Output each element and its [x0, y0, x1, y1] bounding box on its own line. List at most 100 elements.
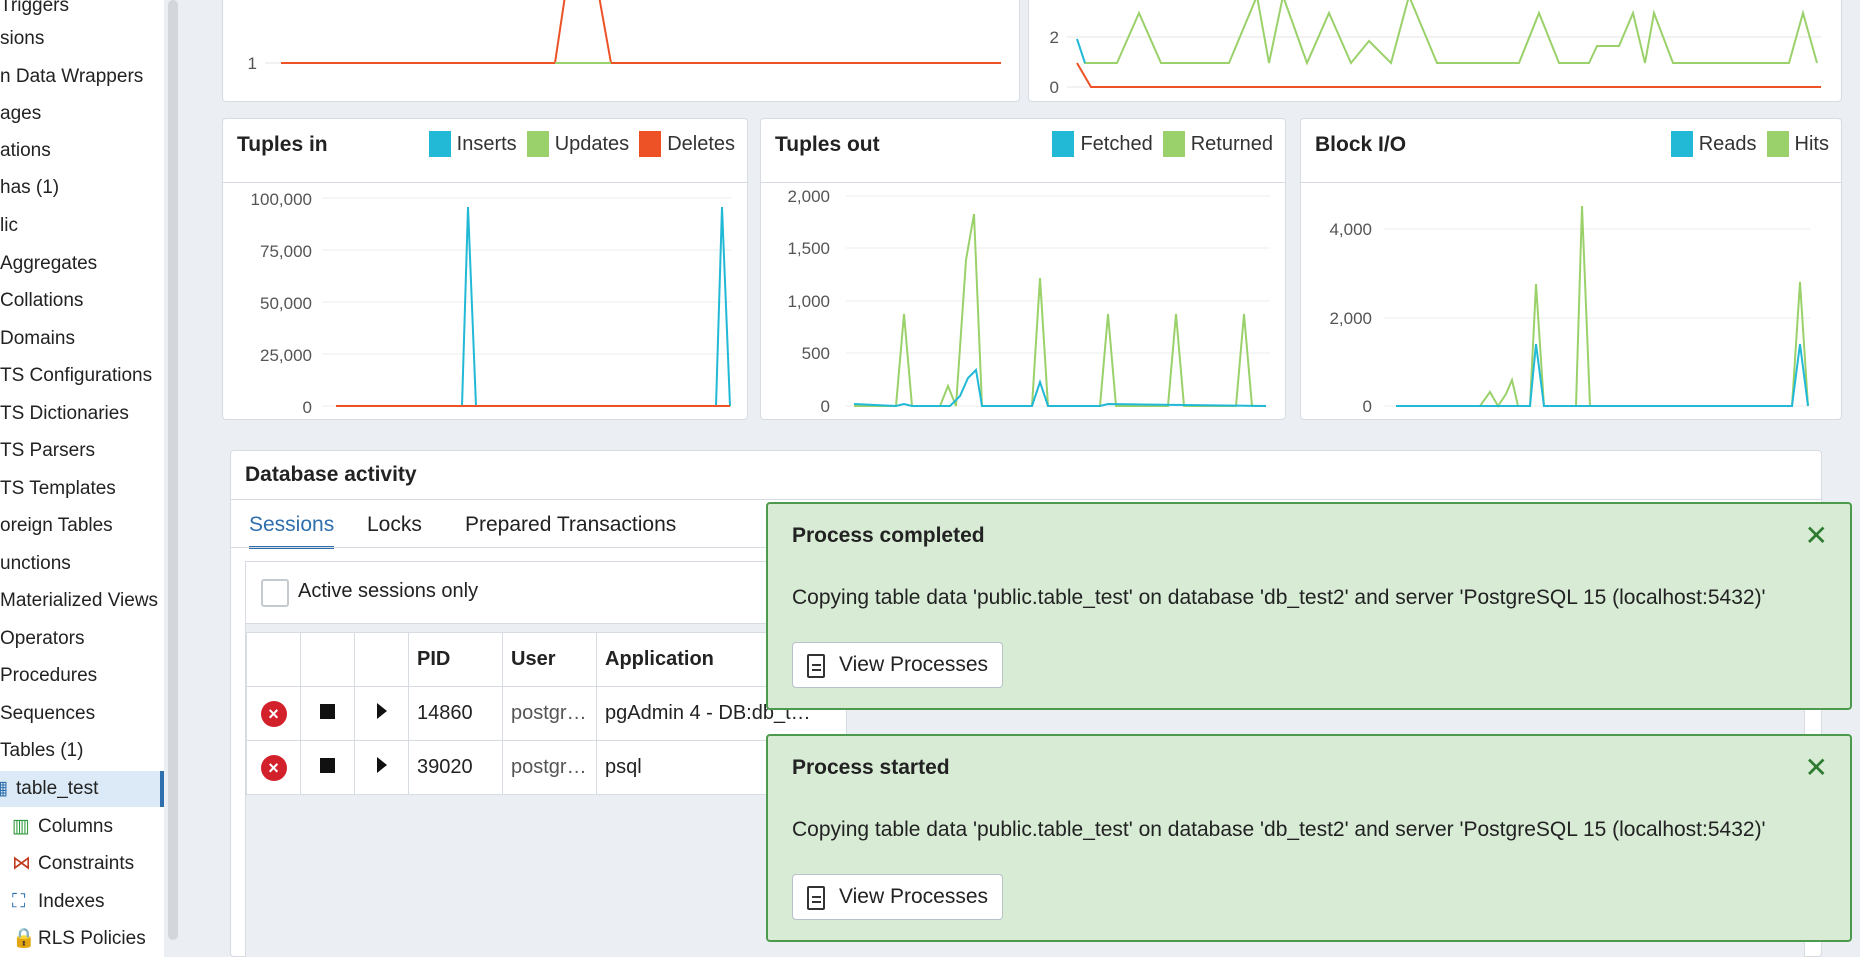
- tree-item-label: n Data Wrappers: [0, 66, 144, 87]
- tree-item-ages[interactable]: ages: [0, 96, 164, 132]
- legend-swatch-deletes: [639, 131, 662, 157]
- chart-title: Block I/O: [1315, 133, 1407, 156]
- notification-process-started: Process started ✕ Copying table data 'pu…: [766, 734, 1852, 942]
- card-divider: [761, 182, 1285, 183]
- object-explorer-tree: Triggers sions n Data Wrappers ages ations ha…: [0, 0, 164, 957]
- terminate-session-icon[interactable]: ×: [260, 700, 287, 727]
- tree-item-unctions[interactable]: unctions: [0, 546, 164, 582]
- legend-label: Returned: [1190, 132, 1273, 155]
- tree-item-label: Sequences: [0, 703, 96, 724]
- legend-label: Fetched: [1080, 132, 1153, 155]
- chart-title: Tuples out: [775, 133, 880, 156]
- tree-item-label: Tables (1): [0, 740, 84, 761]
- tree-item-label: Aggregates: [0, 253, 98, 274]
- legend-label: Hits: [1794, 132, 1829, 155]
- pid-cell: 39020: [408, 740, 503, 795]
- legend-swatch-fetched: [1052, 131, 1075, 157]
- tree-item-ts-parsers[interactable]: TS Parsers: [0, 433, 164, 469]
- tree-item-ts-configurations[interactable]: TS Configurations: [0, 358, 164, 394]
- tab-prepared-transactions[interactable]: Prepared Transactions: [465, 509, 676, 549]
- tree-item-materialized-views[interactable]: Materialized Views: [0, 583, 164, 619]
- tree-item-label: oreign Tables: [0, 515, 113, 536]
- tree-item-tables-1[interactable]: Tables (1): [0, 733, 164, 769]
- legend-label: Updates: [554, 132, 630, 155]
- tree-item-label: Triggers: [0, 0, 69, 16]
- tab-sessions[interactable]: Sessions: [249, 509, 335, 549]
- tree-item-label: Operators: [0, 628, 85, 649]
- table-header-row: PID User Application: [246, 632, 847, 687]
- tree-item-aggregates[interactable]: Aggregates: [0, 246, 164, 282]
- tree-item-label: Columns: [38, 816, 113, 837]
- view-processes-button[interactable]: View Processes: [792, 874, 1004, 920]
- tree-item-ations[interactable]: ations: [0, 133, 164, 169]
- tree-item-domains[interactable]: Domains: [0, 321, 164, 357]
- tree-item-sequences[interactable]: Sequences: [0, 696, 164, 732]
- app-root: Triggers sions n Data Wrappers ages ations ha…: [0, 0, 1860, 957]
- legend-swatch-returned: [1162, 131, 1185, 157]
- activity-divider: [231, 499, 1821, 500]
- table-row[interactable]: × 14860 postgr… pgAdmin 4 - DB:db_t…: [246, 686, 847, 741]
- close-icon[interactable]: ✕: [1805, 754, 1828, 782]
- tree-item-label: Domains: [0, 328, 75, 349]
- legend-label: Deletes: [667, 132, 735, 155]
- cancel-query-icon[interactable]: [320, 704, 335, 719]
- view-processes-label: View Processes: [839, 653, 989, 676]
- column-header-expand: [354, 632, 409, 687]
- tree-item-ts-dictionaries[interactable]: TS Dictionaries: [0, 396, 164, 432]
- view-processes-button[interactable]: View Processes: [792, 642, 1004, 688]
- sessions-table: PID User Application × 14860 postgr… pgA…: [246, 632, 847, 795]
- tree-item-operators[interactable]: Operators: [0, 621, 164, 657]
- chart-top-right: 2 0: [1028, 0, 1842, 102]
- series-line-cyan: [1076, 38, 1086, 64]
- expand-cell: [354, 740, 409, 795]
- tree-item-indexes[interactable]: ⛶ Indexes: [0, 884, 164, 920]
- tree-item-table-test[interactable]: ▦table_test: [0, 771, 164, 807]
- terminate-session-icon[interactable]: ×: [260, 754, 287, 781]
- sidebar-scrollbar[interactable]: [168, 0, 178, 940]
- series-line-orange: [1076, 62, 1821, 88]
- tree-item-label: TS Configurations: [0, 365, 153, 386]
- tree-item-constraints[interactable]: ⋈ Constraints: [0, 846, 164, 882]
- chart-block-io: Block I/O Reads Hits: [1300, 118, 1842, 420]
- tree-item-collations[interactable]: Collations: [0, 283, 164, 319]
- tree-item-n-data-wrappers[interactable]: n Data Wrappers: [0, 59, 164, 95]
- tree-item-lic[interactable]: lic: [0, 208, 164, 244]
- tree-item-label: Constraints: [38, 853, 135, 874]
- tree-item-columns[interactable]: ▥ Columns: [0, 809, 164, 845]
- expand-row-icon[interactable]: [376, 703, 387, 719]
- legend-swatch-reads: [1670, 131, 1693, 157]
- tree-item-label: has (1): [0, 177, 60, 198]
- constraints-icon: ⋈: [12, 853, 31, 874]
- chart-top-left-plot: 1: [248, 0, 1001, 73]
- tab-locks[interactable]: Locks: [367, 509, 422, 549]
- tree-item-rls-policies[interactable]: 🔒 RLS Policies: [0, 921, 164, 957]
- cancel-cell: [300, 686, 355, 741]
- expand-row-icon[interactable]: [376, 757, 387, 773]
- chart-tuples-in: Tuples in Inserts Updates Deletes: [222, 118, 748, 420]
- column-header-user[interactable]: User: [502, 632, 597, 687]
- legend-swatch-hits: [1766, 131, 1789, 157]
- legend-label: Reads: [1698, 132, 1757, 155]
- terminate-cell: ×: [246, 740, 301, 795]
- tree-item-label: Materialized Views: [0, 590, 159, 611]
- tree-item-sions[interactable]: sions: [0, 21, 164, 57]
- cancel-query-icon[interactable]: [320, 758, 335, 773]
- active-sessions-checkbox[interactable]: [261, 579, 289, 607]
- column-header-cancel: [300, 632, 355, 687]
- tree-item-label: RLS Policies: [38, 928, 146, 949]
- ytick-label: 1: [248, 54, 257, 73]
- notification-message: Copying table data 'public.table_test' o…: [792, 586, 1766, 609]
- tree-item-oreign-tables[interactable]: oreign Tables: [0, 508, 164, 544]
- column-header-pid[interactable]: PID: [408, 632, 503, 687]
- tree-item-procedures[interactable]: Procedures: [0, 658, 164, 694]
- tree-item-has-1[interactable]: has (1): [0, 170, 164, 206]
- notification-process-completed: Process completed ✕ Copying table data '…: [766, 502, 1852, 710]
- document-icon: [807, 886, 825, 910]
- table-row[interactable]: × 39020 postgr… psql: [246, 740, 847, 795]
- tree-item-label: ages: [0, 103, 42, 124]
- close-icon[interactable]: ✕: [1805, 522, 1828, 550]
- tree-item-ts-templates[interactable]: TS Templates: [0, 471, 164, 507]
- chart-legend: Inserts Updates Deletes: [419, 131, 735, 157]
- pid-cell: 14860: [408, 686, 503, 741]
- tree-item-label: ations: [0, 140, 51, 161]
